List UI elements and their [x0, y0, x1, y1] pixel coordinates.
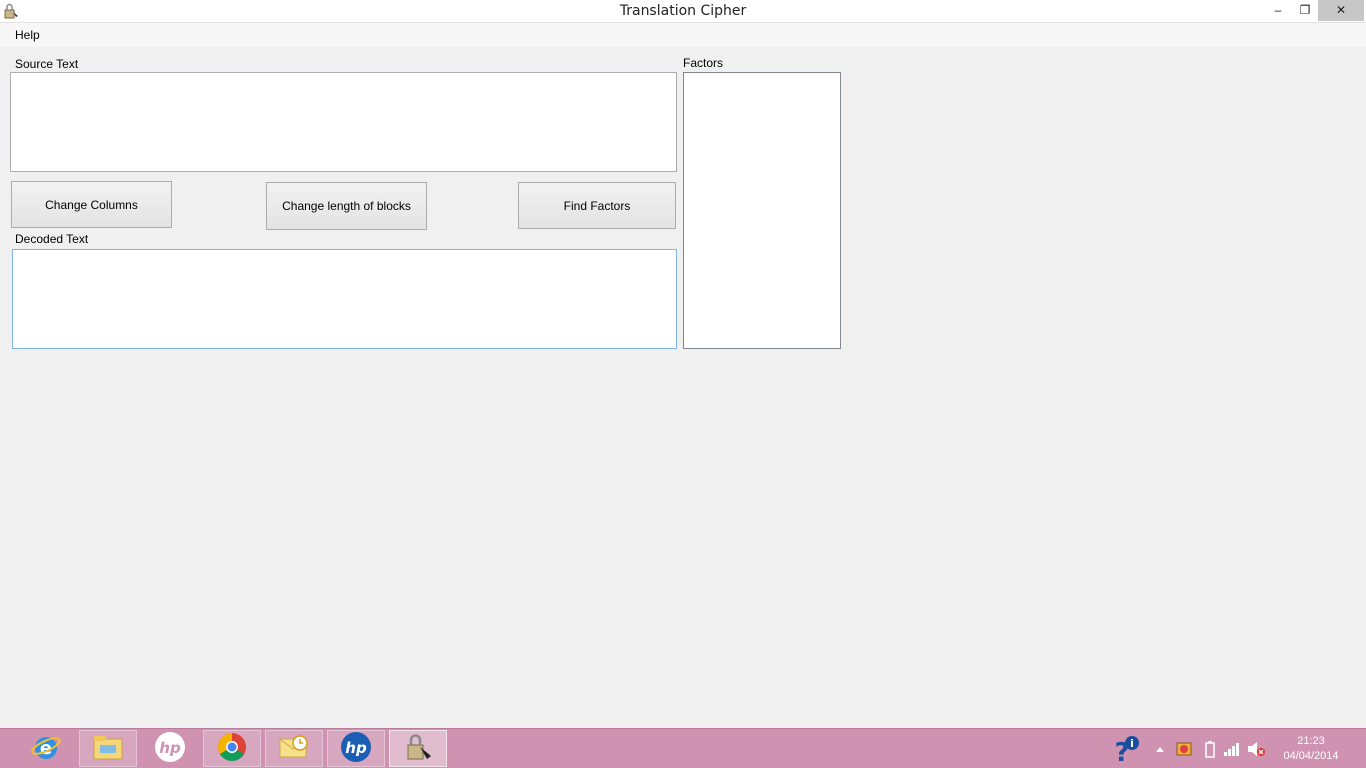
network-icon[interactable] [1222, 739, 1242, 759]
taskbar-outlook[interactable] [265, 730, 323, 767]
volume-muted-icon[interactable] [1246, 739, 1266, 759]
source-text-input[interactable] [10, 72, 677, 172]
action-center-icon[interactable] [1174, 739, 1194, 759]
system-clock[interactable]: 21:23 04/04/2014 [1276, 734, 1346, 764]
clock-time: 21:23 [1297, 735, 1325, 747]
window-title: Translation Cipher [619, 3, 747, 19]
close-button[interactable]: ✕ [1318, 0, 1364, 21]
hp-support-icon: hp [340, 731, 372, 766]
change-columns-button[interactable]: Change Columns [11, 181, 172, 228]
taskbar-hp[interactable]: hp [141, 730, 199, 767]
taskbar-translation-cipher[interactable] [389, 730, 447, 767]
clock-date: 04/04/2014 [1283, 750, 1339, 762]
decoded-text-input[interactable] [12, 249, 677, 349]
taskbar-chrome[interactable] [203, 730, 261, 767]
chrome-icon [217, 732, 247, 765]
decoded-text-label: Decoded Text [15, 232, 89, 246]
minimize-button[interactable]: – [1264, 0, 1292, 21]
outlook-icon [278, 733, 310, 764]
svg-text:hp: hp [345, 739, 367, 757]
change-length-of-blocks-button[interactable]: Change length of blocks [266, 182, 427, 230]
menu-help[interactable]: Help [9, 26, 46, 44]
taskbar-hp-support[interactable]: hp [327, 730, 385, 767]
factors-label: Factors [683, 56, 724, 70]
chevron-up-icon[interactable] [1150, 739, 1170, 759]
factors-listbox[interactable] [683, 72, 841, 349]
help-tray-icon[interactable]: ? i [1110, 733, 1142, 765]
svg-text:hp: hp [159, 739, 181, 757]
battery-icon[interactable] [1200, 739, 1220, 759]
taskbar-file-explorer[interactable] [79, 730, 137, 767]
menu-bar: Help [0, 23, 1366, 47]
title-bar: Translation Cipher – ❐ ✕ [0, 0, 1366, 23]
hp-icon: hp [154, 731, 186, 766]
source-text-label: Source Text [15, 57, 79, 71]
svg-text:i: i [1130, 737, 1134, 750]
taskbar: e hp hp ? i 21:23 04/04/2014 [0, 728, 1366, 768]
maximize-button[interactable]: ❐ [1292, 0, 1318, 21]
taskbar-internet-explorer[interactable]: e [17, 730, 75, 767]
translation-cipher-icon [403, 732, 433, 765]
file-explorer-icon [92, 733, 124, 764]
find-factors-button[interactable]: Find Factors [518, 182, 676, 229]
internet-explorer-icon: e [30, 731, 62, 766]
